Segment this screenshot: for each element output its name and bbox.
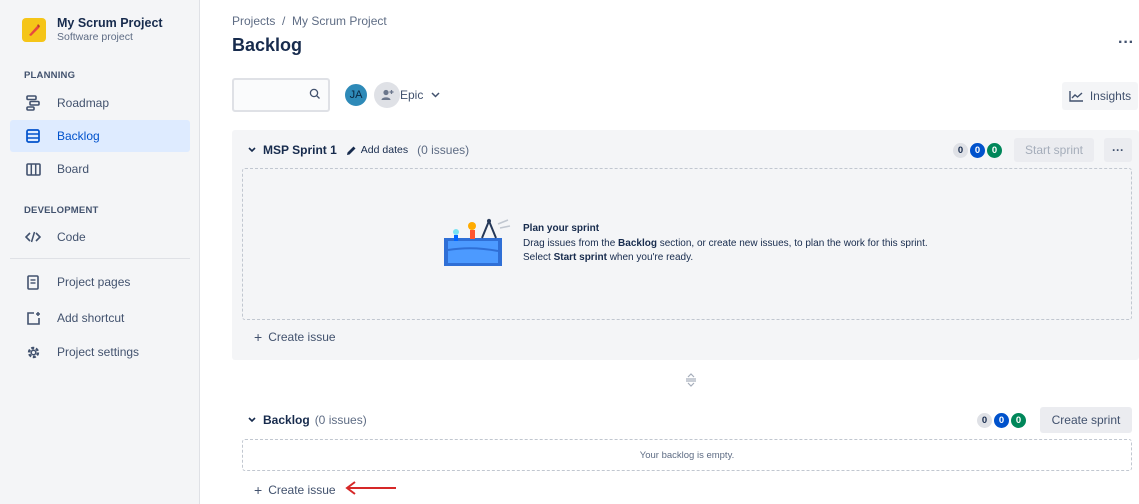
create-sprint-button[interactable]: Create sprint [1040, 407, 1132, 433]
epic-filter-dropdown[interactable]: Epic [400, 88, 440, 102]
chevron-down-icon [431, 92, 440, 98]
in-progress-count-badge: 0 [994, 413, 1009, 428]
done-count-badge: 0 [1011, 413, 1026, 428]
resize-handle-icon[interactable] [685, 373, 697, 390]
sidebar-item-add-shortcut[interactable]: Add shortcut [10, 302, 190, 334]
add-person-icon [381, 89, 394, 100]
planning-section-label: PLANNING [24, 70, 76, 81]
sidebar-item-label: Project settings [57, 345, 140, 359]
plan-sprint-empty-state: Plan your sprint Drag issues from the Ba… [442, 218, 943, 268]
add-shortcut-icon [24, 309, 42, 327]
sidebar-item-project-pages[interactable]: Project pages [10, 266, 190, 298]
more-actions-button[interactable]: ··· [1118, 34, 1134, 52]
sidebar: My Scrum Project Software project PLANNI… [0, 0, 200, 504]
plan-sprint-description: Drag issues from the Backlog section, or… [523, 238, 928, 263]
plus-icon: + [254, 329, 263, 345]
create-issue-label: Create issue [268, 483, 336, 497]
board-icon [24, 160, 42, 178]
roadmap-icon [24, 94, 42, 112]
sidebar-item-label: Add shortcut [57, 311, 125, 325]
backlog-dropzone[interactable]: Your backlog is empty. [242, 439, 1132, 471]
in-progress-count-badge: 0 [970, 143, 985, 158]
todo-count-badge: 0 [953, 143, 968, 158]
project-header[interactable]: My Scrum Project Software project [22, 16, 163, 43]
add-people-button[interactable] [374, 82, 400, 108]
sidebar-item-label: Board [57, 162, 90, 176]
search-icon [309, 88, 321, 103]
sidebar-item-board[interactable]: Board [10, 153, 190, 185]
breadcrumb[interactable]: Projects / My Scrum Project [232, 14, 387, 28]
sprint-issue-count: (0 issues) [417, 143, 470, 157]
sprint-name: MSP Sprint 1 [263, 143, 337, 157]
sprint-header[interactable]: MSP Sprint 1 Add dates (0 issues) [248, 143, 469, 157]
sprint-more-button[interactable]: ··· [1104, 138, 1132, 162]
plan-sprint-title: Plan your sprint [523, 223, 600, 234]
epic-filter-label: Epic [400, 88, 424, 102]
annotation-arrow-icon [345, 481, 396, 495]
search-input[interactable] [232, 78, 330, 112]
project-avatar-icon [22, 17, 46, 42]
backlog-issue-count: (0 issues) [314, 413, 367, 427]
development-section-label: DEVELOPMENT [24, 205, 99, 216]
create-issue-label: Create issue [268, 330, 336, 344]
done-count-badge: 0 [987, 143, 1002, 158]
code-icon [24, 228, 42, 246]
sidebar-item-label: Project pages [57, 275, 131, 289]
insights-button[interactable]: Insights [1062, 82, 1138, 110]
backlog-empty-text: Your backlog is empty. [639, 449, 735, 461]
project-type: Software project [57, 31, 133, 43]
todo-count-badge: 0 [977, 413, 992, 428]
sidebar-item-roadmap[interactable]: Roadmap [10, 87, 190, 119]
sidebar-divider [10, 258, 190, 259]
add-dates-link[interactable]: Add dates [361, 144, 408, 156]
backlog-create-issue-button[interactable]: + Create issue [254, 482, 336, 498]
sprint-create-issue-button[interactable]: + Create issue [254, 329, 336, 345]
insights-label: Insights [1089, 89, 1132, 103]
backlog-name: Backlog [263, 413, 310, 427]
pencil-icon [346, 146, 356, 155]
chart-line-icon [1069, 91, 1083, 102]
sidebar-item-label: Code [57, 230, 86, 244]
start-sprint-button[interactable]: Start sprint [1014, 138, 1094, 162]
backlog-icon [24, 127, 42, 145]
chevron-down-icon[interactable] [248, 147, 256, 153]
sidebar-item-code[interactable]: Code [10, 221, 190, 253]
backlog-status-counts: 0 0 0 [975, 413, 1026, 428]
project-name: My Scrum Project [57, 16, 163, 30]
avatar[interactable]: JA [343, 82, 369, 108]
chevron-down-icon[interactable] [248, 417, 256, 423]
backlog-header[interactable]: Backlog (0 issues) [248, 413, 367, 427]
sidebar-item-project-settings[interactable]: Project settings [10, 336, 190, 368]
sidebar-item-label: Backlog [57, 129, 100, 143]
page-icon [24, 273, 42, 291]
sidebar-item-backlog[interactable]: Backlog [10, 120, 190, 152]
sidebar-item-label: Roadmap [57, 96, 110, 110]
plus-icon: + [254, 482, 263, 498]
sprint-planning-illustration [444, 218, 511, 266]
gear-icon [24, 343, 42, 361]
sprint-status-counts: 0 0 0 [951, 143, 1002, 158]
page-title: Backlog [232, 35, 303, 55]
